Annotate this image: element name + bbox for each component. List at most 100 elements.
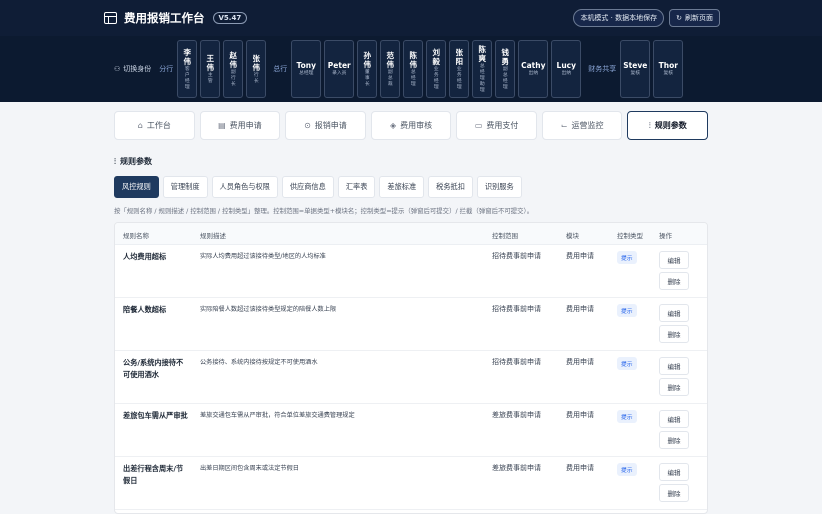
subtab-7[interactable]: 识别服务 [476, 176, 522, 198]
role-title: 业务经理 [433, 66, 439, 90]
refresh-icon: ↻ [676, 14, 682, 22]
control-scope: 招待费事前申请 [492, 305, 541, 313]
role-card[interactable]: 张阳 业务经理 [449, 40, 470, 98]
role-name: Peter [327, 61, 351, 70]
subtab-0[interactable]: 风控规则 [114, 176, 159, 198]
role-card[interactable]: Tony 总经理 [291, 40, 322, 98]
role-title: 复核 [663, 71, 674, 76]
main-tabs: ⌂ 工作台 ▤ 费用申请 ⊙ 报销申请 ◈ 费用审核 ▭ 费用支付 ⌙ 运营监控 ⫶ 规则参数 [114, 111, 709, 140]
tab-audit[interactable]: ◈ 费用审核 [370, 111, 452, 140]
role-card[interactable]: 钱勇 副总经理 [495, 40, 516, 98]
edit-button[interactable]: 编辑 [659, 463, 689, 481]
tab-apply[interactable]: ▤ 费用申请 [199, 111, 281, 140]
tab-home[interactable]: ⌂ 工作台 [114, 111, 195, 140]
rule-description: 差旅交通包车需从严审批，符合单位差旅交通费管理规定 [200, 412, 355, 419]
rules-icon: ⫶ [648, 120, 651, 130]
rules-table: 规则名称 规则描述 控制范围 模块 控制类型 操作 人均费用超标 实际人均费用超过该接待类型… [114, 222, 708, 514]
role-card[interactable]: 张伟 行长 [246, 40, 267, 98]
role-title: 副总经理 [502, 66, 508, 90]
role-name: 王伟 [206, 53, 215, 72]
rule-name: 人均费用超标 [123, 252, 167, 261]
rule-name: 差旅包车需从严审批 [123, 411, 188, 420]
row-actions: 编辑 删除 [659, 357, 689, 396]
hint-text: 按「规则名称 / 规则描述 / 控制范围 / 控制类型」整理。控制范围=单据类型… [114, 207, 534, 215]
role-card[interactable]: Steve 复核 [620, 40, 651, 98]
role-card[interactable]: 陈伟 总经理 [403, 40, 424, 98]
tab-label: 费用审核 [400, 121, 433, 130]
tab-pay[interactable]: ▭ 费用支付 [456, 111, 537, 140]
edit-button[interactable]: 编辑 [659, 251, 689, 269]
group-label-0: 分行 [159, 65, 174, 73]
row-actions: 编辑 删除 [659, 463, 689, 502]
role-card[interactable]: 李伟 客户经理 [177, 40, 198, 98]
delete-button[interactable]: 删除 [659, 431, 689, 449]
table-row: 公务/系统内接待不可使用酒水 公务接待、系统内接待按规定不可使用酒水 招待费事前申请… [115, 351, 707, 404]
tab-monitor[interactable]: ⌙ 运营监控 [541, 111, 623, 140]
sub-tabs: 风控规则 管理制度 人员角色与权限 供应商信息 汇率表 差旅标准 税务抵扣 识别服务 [114, 176, 522, 198]
delete-button[interactable]: 删除 [659, 484, 689, 502]
user-icon: ⚇ [114, 65, 121, 73]
subtab-4[interactable]: 汇率表 [337, 176, 376, 198]
rule-description: 实际人均费用超过该接待类型/地区的人均标准 [200, 253, 326, 260]
module-name: 费用申请 [566, 464, 594, 472]
role-card[interactable]: 孙伟 董事长 [357, 40, 378, 98]
role-title: 录入员 [332, 71, 347, 76]
group-label-1: 总行 [273, 65, 288, 73]
role-card[interactable]: 陈爽 总经理助理 [472, 40, 493, 98]
role-name: Lucy [556, 61, 576, 70]
tab-rules[interactable]: ⫶ 规则参数 [627, 111, 709, 140]
subtab-1[interactable]: 管理制度 [162, 176, 208, 198]
delete-button[interactable]: 删除 [659, 272, 689, 290]
monitor-icon: ⌙ [560, 121, 568, 130]
subtab-2[interactable]: 人员角色与权限 [211, 176, 278, 198]
edit-button[interactable]: 编辑 [659, 410, 689, 428]
row-actions: 编辑 删除 [659, 304, 689, 343]
delete-button[interactable]: 删除 [659, 378, 689, 396]
rule-name: 公务/系统内接待不可使用酒水 [123, 358, 184, 379]
column-header: 控制类型 [617, 232, 643, 240]
edit-button[interactable]: 编辑 [659, 357, 689, 375]
switch-identity-label: ⚇ 切换身份 [114, 65, 152, 73]
refresh-label: 刷新页面 [685, 14, 713, 22]
role-title: 出纳 [561, 71, 572, 76]
role-title: 出纳 [528, 71, 539, 76]
tab-label: 报销申请 [314, 121, 347, 130]
subtab-5[interactable]: 差旅标准 [379, 176, 425, 198]
tab-label: 费用申请 [229, 121, 262, 130]
subtab-3[interactable]: 供应商信息 [281, 176, 334, 198]
module-name: 费用申请 [566, 411, 594, 419]
role-card[interactable]: Peter 录入员 [324, 40, 355, 98]
control-scope: 招待费事前申请 [492, 358, 541, 366]
reimburse-icon: ⊙ [304, 121, 311, 130]
pay-icon: ▭ [474, 121, 483, 130]
role-card[interactable]: 赵伟 副行长 [223, 40, 244, 98]
role-card[interactable]: Cathy 出纳 [518, 40, 549, 98]
column-header: 控制范围 [492, 232, 518, 240]
role-title: 行长 [253, 72, 259, 84]
module-name: 费用申请 [566, 252, 594, 260]
refresh-button[interactable]: ↻ 刷新页面 [669, 9, 720, 27]
subtab-6[interactable]: 税务抵扣 [428, 176, 473, 198]
row-actions: 编辑 删除 [659, 251, 689, 290]
sliders-icon: ⫶ [114, 156, 116, 166]
module-name: 费用申请 [566, 358, 594, 366]
delete-button[interactable]: 删除 [659, 325, 689, 343]
role-name: 赵伟 [229, 50, 238, 69]
role-card[interactable]: Thor 复核 [653, 40, 684, 98]
rule-description: 公务接待、系统内接待按规定不可使用酒水 [200, 359, 318, 366]
edit-button[interactable]: 编辑 [659, 304, 689, 322]
role-card[interactable]: 刘毅 业务经理 [426, 40, 447, 98]
role-name: Cathy [521, 61, 546, 70]
control-type-badge: 提示 [617, 304, 637, 317]
role-switcher: ⚇ 切换身份 分行 李伟 客户经理 王伟 主管 赵伟 副行长 张伟 行长 总行 Tony 总经理 Pete… [0, 36, 822, 102]
mode-badge: 本机模式 · 数据本地保存 [573, 9, 665, 27]
role-title: 复核 [630, 71, 641, 76]
rule-name: 出差行程含周末/节假日 [123, 464, 184, 485]
tab-reimburse[interactable]: ⊙ 报销申请 [285, 111, 366, 140]
role-title: 主管 [207, 72, 213, 84]
table-row: 出差行程含周末/节假日 出差日期区间包含周末或法定节假日 差旅费事前申请 费用申请 提示… [115, 457, 707, 510]
role-card[interactable]: Lucy 出纳 [551, 40, 582, 98]
role-card[interactable]: 范伟 副总裁 [380, 40, 401, 98]
role-card[interactable]: 王伟 主管 [200, 40, 221, 98]
control-type-badge: 提示 [617, 251, 637, 264]
